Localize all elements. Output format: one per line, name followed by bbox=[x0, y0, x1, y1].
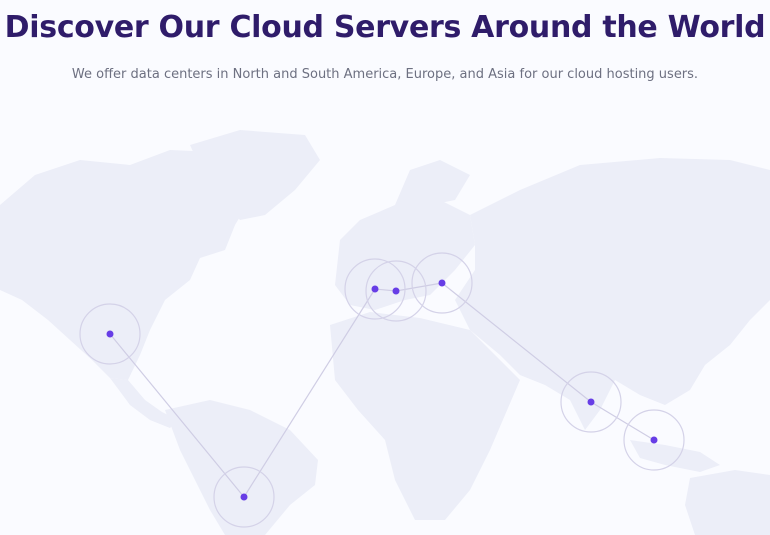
landmass-group bbox=[0, 130, 770, 535]
server-dot-south-america[interactable] bbox=[240, 493, 248, 501]
landmass-se-asia-islands bbox=[630, 440, 720, 472]
server-dot-southeast-asia[interactable] bbox=[650, 436, 658, 444]
server-dot-india[interactable] bbox=[587, 398, 595, 406]
route-in-sea bbox=[590, 401, 655, 441]
server-dot-western-europe[interactable] bbox=[371, 285, 379, 293]
landmass-central-america bbox=[110, 378, 178, 428]
server-dot-north-america[interactable] bbox=[106, 330, 114, 338]
landmass-australia bbox=[685, 470, 770, 535]
server-dot-central-europe[interactable] bbox=[392, 287, 400, 295]
landmass-scandinavia bbox=[395, 160, 470, 205]
server-dot-eastern-europe[interactable] bbox=[438, 279, 446, 287]
world-map bbox=[0, 130, 770, 535]
